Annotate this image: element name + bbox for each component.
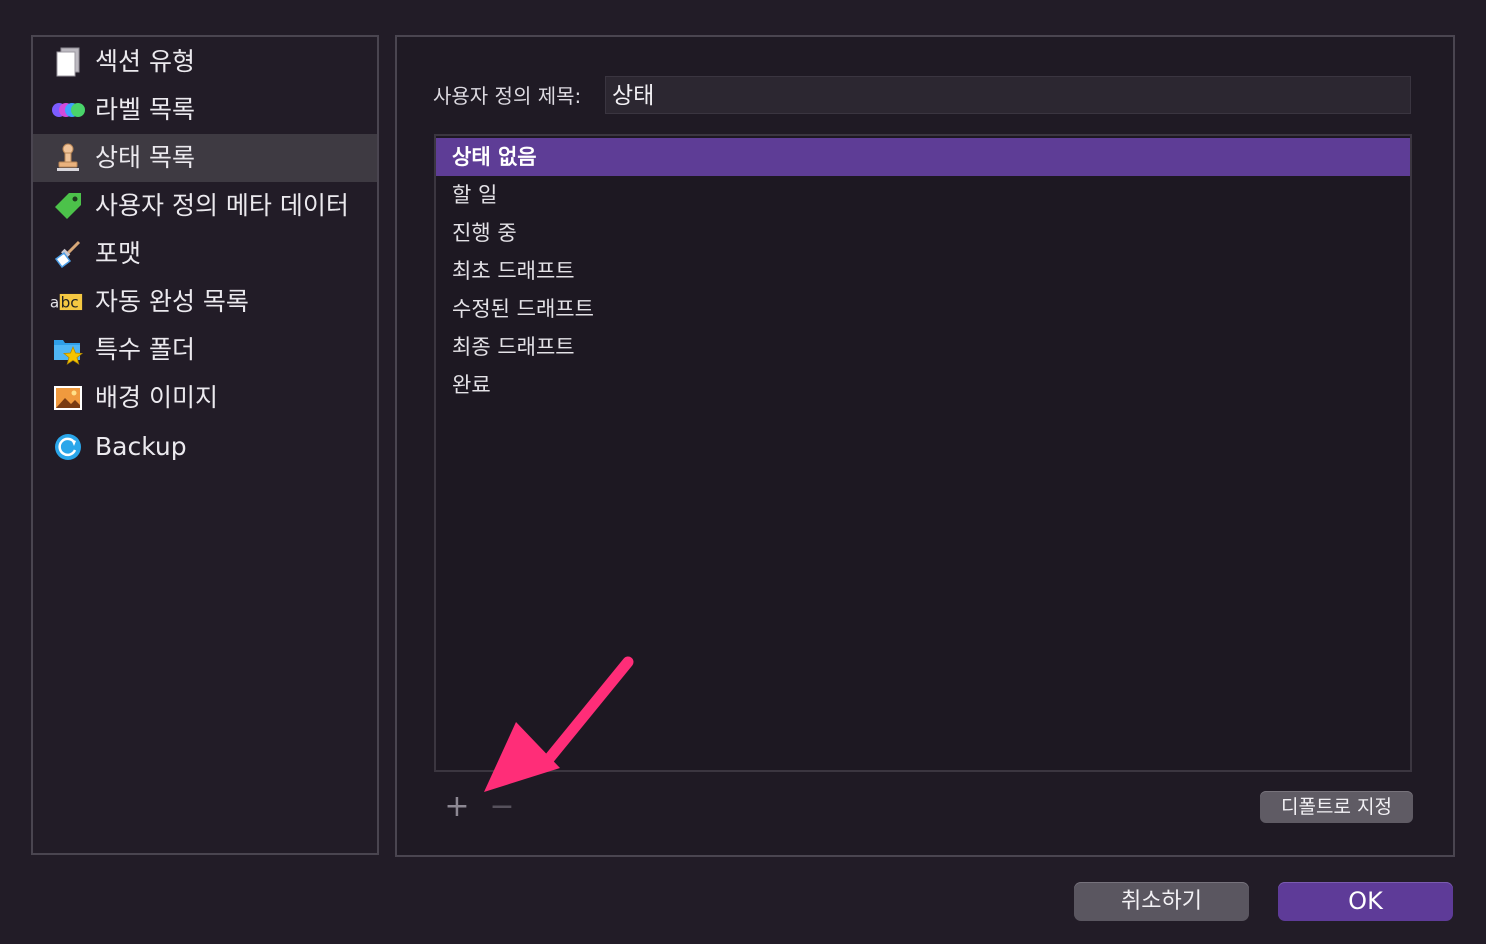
image-icon — [51, 383, 85, 413]
sidebar-item-label: 포맷 — [95, 239, 142, 268]
sidebar-item-label: 특수 폴더 — [95, 335, 195, 364]
ok-button[interactable]: OK — [1278, 882, 1453, 921]
stamp-icon — [51, 143, 85, 173]
brush-icon — [51, 239, 85, 269]
color-dots-icon — [51, 95, 85, 125]
sidebar-item-label: 배경 이미지 — [95, 383, 218, 412]
set-default-button[interactable]: 디폴트로 지정 — [1260, 791, 1413, 823]
tag-icon — [51, 191, 85, 221]
sidebar-item-format[interactable]: 포맷 — [33, 230, 377, 278]
sidebar-item-label: 섹션 유형 — [95, 47, 195, 76]
status-list-item[interactable]: 상태 없음 — [436, 138, 1410, 176]
sidebar-item-label: 사용자 정의 메타 데이터 — [95, 191, 349, 220]
svg-text:a: a — [50, 293, 59, 311]
sidebar-item-label-list[interactable]: 라벨 목록 — [33, 86, 377, 134]
status-list-item[interactable]: 수정된 드래프트 — [436, 290, 1410, 328]
status-list-item[interactable]: 완료 — [436, 366, 1410, 404]
sidebar-item-label: Backup — [95, 432, 187, 461]
status-list-item[interactable]: 최초 드래프트 — [436, 252, 1410, 290]
status-list-item[interactable]: 할 일 — [436, 176, 1410, 214]
settings-sidebar: 섹션 유형 라벨 목록 상태 목록 사용자 정의 메타 데이터 포맷 a bc … — [31, 35, 379, 855]
custom-title-input[interactable]: 상태 — [605, 76, 1411, 114]
status-list-item[interactable]: 진행 중 — [436, 214, 1410, 252]
custom-title-label: 사용자 정의 제목: — [433, 84, 582, 108]
sidebar-item-autocomplete-list[interactable]: a bc 자동 완성 목록 — [33, 278, 377, 326]
sidebar-item-background-image[interactable]: 배경 이미지 — [33, 374, 377, 422]
sidebar-item-custom-metadata[interactable]: 사용자 정의 메타 데이터 — [33, 182, 377, 230]
svg-text:bc: bc — [61, 293, 79, 311]
sidebar-item-label: 라벨 목록 — [95, 95, 195, 124]
abc-icon: a bc — [49, 287, 83, 317]
sidebar-item-section-types[interactable]: 섹션 유형 — [33, 38, 377, 86]
cancel-button[interactable]: 취소하기 — [1074, 882, 1249, 921]
sidebar-item-status-list[interactable]: 상태 목록 — [33, 134, 377, 182]
document-icon — [51, 47, 85, 77]
folder-star-icon — [51, 335, 85, 365]
sidebar-item-backup[interactable]: Backup — [33, 423, 377, 471]
sidebar-item-label: 자동 완성 목록 — [95, 287, 249, 316]
status-list-item[interactable]: 최종 드래프트 — [436, 328, 1410, 366]
backup-icon — [51, 432, 85, 462]
annotation-arrow-icon — [484, 656, 634, 792]
sidebar-item-special-folders[interactable]: 특수 폴더 — [33, 326, 377, 374]
add-status-button[interactable]: + — [440, 790, 474, 824]
sidebar-item-label: 상태 목록 — [95, 143, 195, 172]
